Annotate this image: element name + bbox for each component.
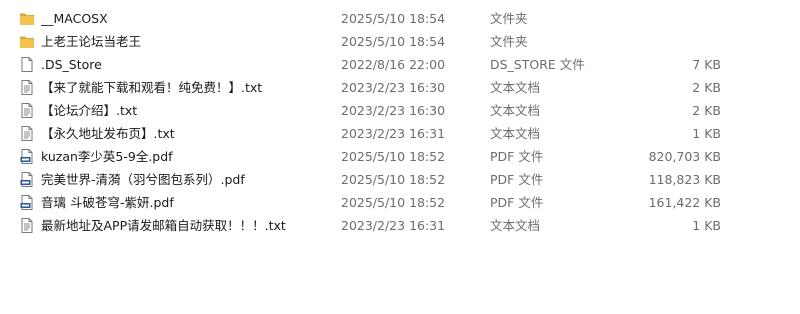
file-size: 161,422 KB [648, 195, 721, 210]
file-name: 上老王论坛当老王 [41, 34, 142, 49]
file-name: 【永久地址发布页】.txt [41, 126, 175, 141]
file-type: 文件夹 [490, 34, 528, 49]
file-row[interactable]: kuzan李少英5-9全.pdf 2025/5/10 18:52 PDF 文件 … [0, 145, 800, 168]
pdf-file-icon [19, 171, 35, 188]
file-name: 音璃 斗破苍穹-紫妍.pdf [41, 195, 174, 210]
folder-icon [19, 10, 35, 27]
pdf-file-icon [19, 148, 35, 165]
file-row[interactable]: 音璃 斗破苍穹-紫妍.pdf 2025/5/10 18:52 PDF 文件 16… [0, 191, 800, 214]
file-name: 最新地址及APP请发邮箱自动获取！！！.txt [41, 218, 286, 233]
file-size: 1 KB [692, 218, 721, 233]
file-type: 文本文档 [490, 80, 541, 95]
file-date-modified: 2025/5/10 18:52 [341, 195, 446, 210]
text-file-icon [19, 102, 35, 119]
file-size: 7 KB [692, 57, 721, 72]
file-date-modified: 2025/5/10 18:52 [341, 172, 446, 187]
file-row[interactable]: 完美世界-清漪（羽兮图包系列）.pdf 2025/5/10 18:52 PDF … [0, 168, 800, 191]
file-row[interactable]: 上老王论坛当老王 2025/5/10 18:54 文件夹 [0, 30, 800, 53]
file-name: 【来了就能下载和观看！纯免费！】.txt [41, 80, 263, 95]
folder-icon [19, 33, 35, 50]
file-size: 118,823 KB [648, 172, 721, 187]
file-date-modified: 2023/2/23 16:31 [341, 126, 446, 141]
file-type: 文本文档 [490, 218, 541, 233]
file-date-modified: 2025/5/10 18:54 [341, 34, 446, 49]
file-date-modified: 2023/2/23 16:30 [341, 103, 446, 118]
file-type: PDF 文件 [490, 195, 544, 210]
file-name: 【论坛介绍】.txt [41, 103, 138, 118]
file-type: 文件夹 [490, 11, 528, 26]
file-type: PDF 文件 [490, 172, 544, 187]
file-date-modified: 2023/2/23 16:30 [341, 80, 446, 95]
file-list: __MACOSX 2025/5/10 18:54 文件夹 上老王论坛当老王 20… [0, 7, 800, 237]
blank-file-icon [19, 56, 35, 73]
file-size: 1 KB [692, 126, 721, 141]
text-file-icon [19, 217, 35, 234]
file-type: DS_STORE 文件 [490, 57, 585, 72]
text-file-icon [19, 125, 35, 142]
file-row[interactable]: __MACOSX 2025/5/10 18:54 文件夹 [0, 7, 800, 30]
file-date-modified: 2025/5/10 18:52 [341, 149, 446, 164]
file-row[interactable]: 最新地址及APP请发邮箱自动获取！！！.txt 2023/2/23 16:31 … [0, 214, 800, 237]
file-date-modified: 2022/8/16 22:00 [341, 57, 446, 72]
file-date-modified: 2023/2/23 16:31 [341, 218, 446, 233]
file-row[interactable]: .DS_Store 2022/8/16 22:00 DS_STORE 文件 7 … [0, 53, 800, 76]
file-row[interactable]: 【永久地址发布页】.txt 2023/2/23 16:31 文本文档 1 KB [0, 122, 800, 145]
file-size: 2 KB [692, 80, 721, 95]
text-file-icon [19, 79, 35, 96]
file-name: 完美世界-清漪（羽兮图包系列）.pdf [41, 172, 245, 187]
file-type: PDF 文件 [490, 149, 544, 164]
pdf-file-icon [19, 194, 35, 211]
file-date-modified: 2025/5/10 18:54 [341, 11, 446, 26]
file-type: 文本文档 [490, 126, 541, 141]
file-size: 820,703 KB [648, 149, 721, 164]
file-name: __MACOSX [41, 11, 108, 26]
file-type: 文本文档 [490, 103, 541, 118]
file-row[interactable]: 【来了就能下载和观看！纯免费！】.txt 2023/2/23 16:30 文本文… [0, 76, 800, 99]
file-size: 2 KB [692, 103, 721, 118]
file-name: .DS_Store [41, 57, 102, 72]
file-row[interactable]: 【论坛介绍】.txt 2023/2/23 16:30 文本文档 2 KB [0, 99, 800, 122]
file-name: kuzan李少英5-9全.pdf [41, 149, 173, 164]
